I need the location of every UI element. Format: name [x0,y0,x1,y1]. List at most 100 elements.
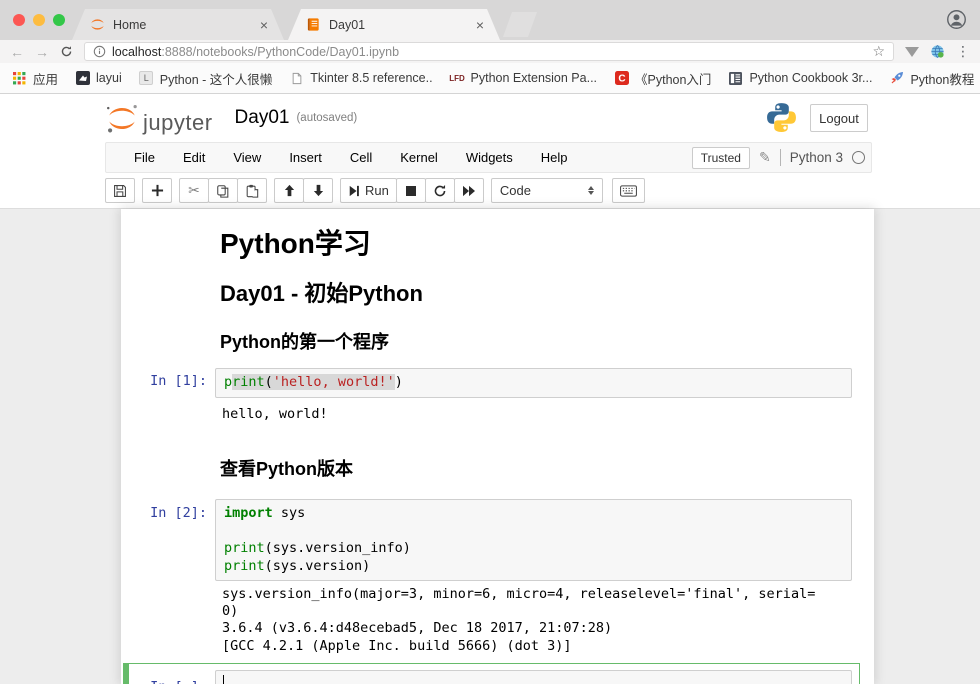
address-bar-row: ← → localhost:8888/notebooks/PythonCode/… [0,40,980,63]
jupyter-spinner-icon [90,17,105,32]
bookmark-item[interactable]: C 《Python入门 [614,69,711,88]
bookmark-item[interactable]: 应用 [12,69,58,88]
run-label: Run [365,183,389,198]
fast-forward-icon [462,185,476,197]
globe-extension-icon[interactable] [930,44,945,59]
menu-item-help[interactable]: Help [527,150,582,165]
code-input-1[interactable]: print('hello, world!') [215,368,852,398]
bookmark-star-icon[interactable]: ☆ [872,43,885,60]
browser-tab-home[interactable]: Home × [72,9,284,40]
bookmark-item[interactable]: L Python - 这个人很懒 [139,69,273,88]
step-forward-icon [348,185,360,197]
jupyter-header: jupyter Day01 (autosaved) Logout [0,94,980,142]
minimize-window-button[interactable] [33,14,45,26]
book-grid-icon [728,71,743,86]
jupyter-logo[interactable]: jupyter [105,103,213,134]
back-icon[interactable]: ← [10,45,24,59]
copy-cell-button[interactable] [208,178,238,203]
tab-strip-tabs: Home × Day01 × [0,9,500,40]
url-field[interactable]: localhost:8888/notebooks/PythonCode/Day0… [84,42,894,61]
layui-icon [75,71,90,86]
window-controls[interactable] [13,14,65,26]
menu-item-edit[interactable]: Edit [169,150,219,165]
restart-run-all-button[interactable] [454,178,484,203]
reload-icon[interactable] [60,45,73,58]
move-cell-down-button[interactable] [303,178,333,203]
move-cell-up-button[interactable] [274,178,304,203]
scissors-icon: ✂ [188,182,200,199]
markdown-heading-3: Python的第一个程序 [220,328,389,354]
info-icon[interactable] [93,45,106,58]
forward-icon[interactable]: → [35,45,49,59]
autosave-status: (autosaved) [296,112,357,124]
edit-mode-bar [124,664,129,684]
notebook-scroll-area[interactable]: Python学习 Day01 - 初始Python Python的第一个程序 I… [0,208,980,684]
markdown-heading-1: Python学习 [220,222,371,262]
edit-title-pencil-icon[interactable]: ✎ [759,149,771,166]
text-cursor [223,675,224,684]
bookmark-label: layui [96,71,122,85]
cell-type-value: Code [500,183,531,198]
letter-icon: L [139,71,154,86]
bookmark-item[interactable]: LFDPython Extension Pa... [450,71,597,86]
menu-item-file[interactable]: File [120,150,169,165]
bookmark-label: Python - 这个人很懒 [160,69,273,88]
logout-button[interactable]: Logout [810,104,868,132]
browser-tab-day01[interactable]: Day01 × [288,9,500,40]
close-window-button[interactable] [13,14,25,26]
bookmark-item[interactable]: Python教程 [889,69,974,88]
paste-icon [245,184,259,198]
paste-cell-button[interactable] [237,178,267,203]
notebook-icon [306,17,321,32]
restart-kernel-button[interactable] [425,178,455,203]
refresh-icon [433,184,447,198]
new-tab-button[interactable] [503,12,537,37]
tab-close-icon[interactable]: × [476,18,484,32]
arrow-up-icon [283,184,296,197]
menu-item-cell[interactable]: Cell [336,150,386,165]
extension-v-icon[interactable] [905,47,919,57]
apps-grid-icon [12,71,27,86]
svg-text:C: C [618,74,625,85]
zoom-window-button[interactable] [53,14,65,26]
kernel-name: Python 3 [790,150,843,165]
cell-output-1: hello, world! [222,406,328,423]
bookmark-item[interactable]: layui [75,71,122,86]
input-prompt-1: In [1]: [131,373,207,389]
bookmark-label: Python Cookbook 3r... [749,71,872,85]
markdown-heading-3b: 查看Python版本 [220,455,353,481]
browser-menu-icon[interactable]: ⋮ [956,43,970,60]
bookmark-item[interactable]: Tkinter 8.5 reference.. [289,71,432,86]
menubar: FileEditViewInsertCellKernelWidgetsHelp … [105,142,872,173]
cell-output-2: sys.version_info(major=3, minor=6, micro… [222,586,815,655]
tab-label: Home [113,18,146,32]
bookmark-item[interactable]: Python Cookbook 3r... [728,71,872,86]
add-cell-button[interactable] [142,178,172,203]
trusted-button[interactable]: Trusted [692,147,750,169]
run-cell-button[interactable]: Run [340,178,397,203]
code-input-2[interactable]: import sys print(sys.version_info) print… [215,499,852,581]
notebook-page: Python学习 Day01 - 初始Python Python的第一个程序 I… [121,209,874,684]
url-text: localhost:8888/notebooks/PythonCode/Day0… [112,45,399,59]
cell-type-select[interactable]: Code [491,178,603,203]
tab-close-icon[interactable]: × [260,18,268,32]
code-input-3[interactable] [215,670,852,684]
save-button[interactable] [105,178,135,203]
cut-cell-button[interactable]: ✂ [179,178,209,203]
menu-item-widgets[interactable]: Widgets [452,150,527,165]
profile-avatar-icon[interactable] [946,9,967,30]
interrupt-kernel-button[interactable] [396,178,426,203]
menu-item-kernel[interactable]: Kernel [386,150,452,165]
bookmark-label: 《Python入门 [635,69,711,88]
tab-label: Day01 [329,18,365,32]
lfd-icon: LFD [450,71,465,86]
menu-item-view[interactable]: View [219,150,275,165]
command-palette-button[interactable] [612,178,645,203]
bookmark-label: Python教程 [910,69,974,88]
divider [780,149,781,166]
browser-tab-strip: Home × Day01 × [0,0,980,40]
arrow-down-icon [312,184,325,197]
menu-item-insert[interactable]: Insert [275,150,336,165]
notebook-title[interactable]: Day01 [235,107,290,129]
bookmarks-bar: 应用 layui L Python - 这个人很懒 Tkinter 8.5 refere… [0,63,980,94]
